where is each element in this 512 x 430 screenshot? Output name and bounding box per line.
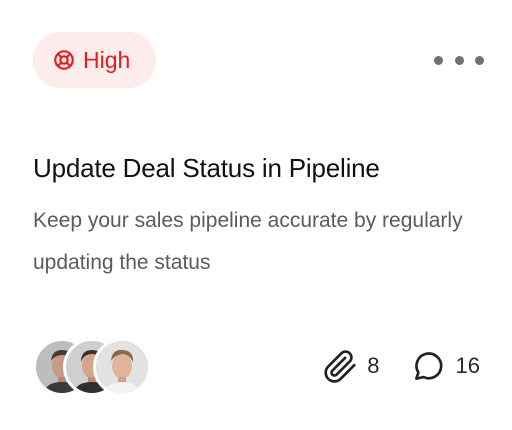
attachments-button[interactable]: 8 <box>321 347 380 385</box>
assignee-avatars[interactable] <box>33 338 151 396</box>
priority-label: High <box>83 46 131 73</box>
comments-button[interactable]: 16 <box>410 347 480 385</box>
task-title: Update Deal Status in Pipeline <box>33 153 380 183</box>
avatar[interactable] <box>93 338 151 396</box>
comment-icon <box>414 352 443 381</box>
lifebuoy-icon <box>54 50 74 70</box>
priority-badge: High <box>33 32 157 88</box>
task-meta: 8 16 <box>321 345 480 387</box>
task-description: Keep your sales pipeline accurate by reg… <box>33 209 463 274</box>
attachment-count: 8 <box>367 353 380 378</box>
more-horizontal-icon <box>454 55 464 65</box>
task-card[interactable]: High Update Deal Status in Pipeline Keep… <box>0 0 512 430</box>
more-horizontal-icon <box>434 55 443 65</box>
comment-count: 16 <box>455 353 480 378</box>
paperclip-icon <box>324 350 356 383</box>
more-options-button[interactable] <box>434 50 484 70</box>
more-horizontal-icon <box>475 55 484 65</box>
